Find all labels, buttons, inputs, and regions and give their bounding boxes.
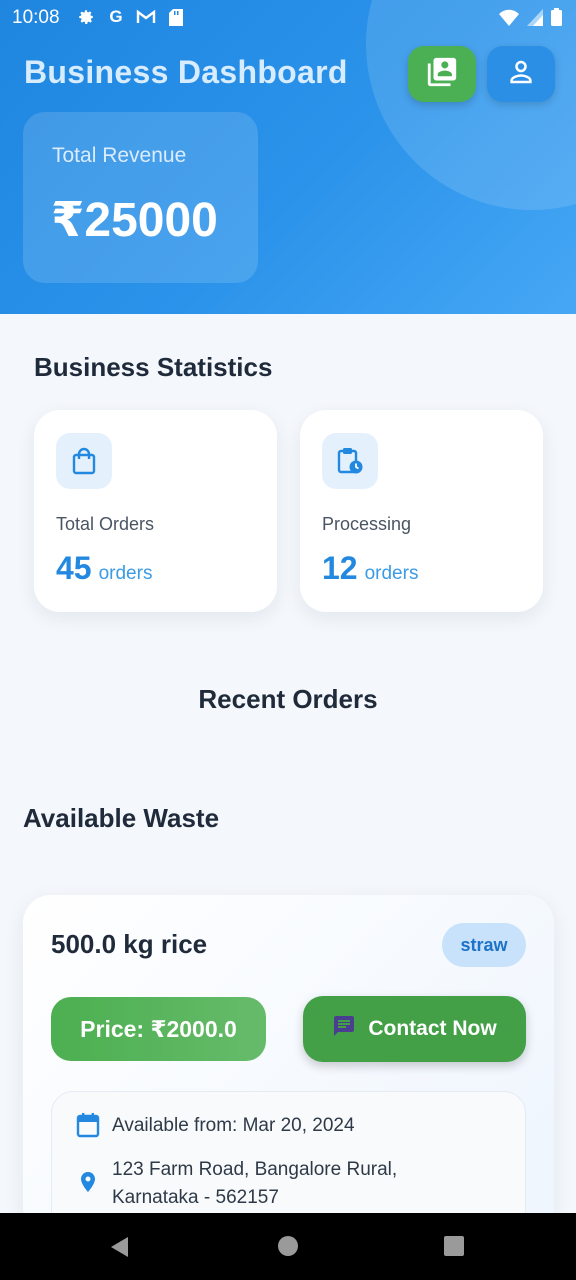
- address: 123 Farm Road, Bangalore Rural, Karnatak…: [112, 1156, 397, 1212]
- stat-unit: orders: [98, 563, 153, 584]
- profile-icon: [506, 57, 536, 92]
- home-icon[interactable]: [277, 1235, 299, 1262]
- contact-label: Contact Now: [368, 1017, 497, 1040]
- revenue-value: ₹25000: [51, 194, 218, 247]
- system-nav-bar: [0, 1213, 576, 1280]
- chat-icon: [332, 1014, 356, 1044]
- profile-button[interactable]: [487, 46, 555, 102]
- status-time: 10:08: [12, 7, 60, 28]
- portfolio-button[interactable]: [408, 46, 476, 102]
- stat-label: Processing: [322, 514, 412, 534]
- portfolio-icon: [425, 55, 459, 94]
- clipboard-clock-icon: [322, 433, 378, 489]
- price-button[interactable]: Price: ₹2000.0: [51, 997, 266, 1061]
- header: 10:08 G Business Dashboard Total Revenue…: [0, 0, 576, 314]
- battery-icon: [551, 8, 562, 31]
- location-pin-icon: [76, 1156, 100, 1212]
- status-bar: 10:08 G: [0, 0, 576, 36]
- stat-label: Total Orders: [56, 514, 155, 534]
- revenue-label: Total Revenue: [52, 144, 187, 167]
- waste-card[interactable]: 500.0 kg rice straw Price: ₹2000.0 Conta…: [23, 895, 554, 1241]
- page-title: Business Dashboard: [24, 54, 348, 90]
- sd-card-icon: [166, 7, 186, 27]
- address-line-2: Karnataka - 562157: [112, 1187, 279, 1208]
- stat-unit: orders: [364, 563, 419, 584]
- statistics-title: Business Statistics: [34, 352, 273, 382]
- address-line-1: 123 Farm Road, Bangalore Rural,: [112, 1159, 398, 1180]
- signal-icon: [527, 8, 543, 31]
- wifi-icon: [499, 9, 519, 31]
- settings-icon: [76, 7, 96, 27]
- available-from: Available from: Mar 20, 2024: [112, 1115, 355, 1136]
- recents-icon[interactable]: [443, 1235, 465, 1262]
- calendar-icon: [76, 1112, 100, 1147]
- recent-orders-title: Recent Orders: [198, 684, 378, 714]
- contact-now-button[interactable]: Contact Now: [303, 996, 526, 1062]
- stat-card-processing[interactable]: Processing 12 orders: [300, 410, 543, 612]
- shopping-bag-icon: [56, 433, 112, 489]
- back-icon[interactable]: [108, 1235, 132, 1264]
- stat-value: 12: [322, 550, 358, 586]
- gmail-icon: [136, 7, 156, 27]
- available-waste-title: Available Waste: [23, 803, 220, 833]
- revenue-card: Total Revenue ₹25000: [23, 112, 258, 283]
- google-icon: G: [109, 7, 123, 26]
- stat-value: 45: [56, 550, 92, 586]
- stat-card-total-orders[interactable]: Total Orders 45 orders: [34, 410, 277, 612]
- waste-name: 500.0 kg rice: [51, 929, 208, 959]
- waste-type-badge: straw: [442, 923, 526, 967]
